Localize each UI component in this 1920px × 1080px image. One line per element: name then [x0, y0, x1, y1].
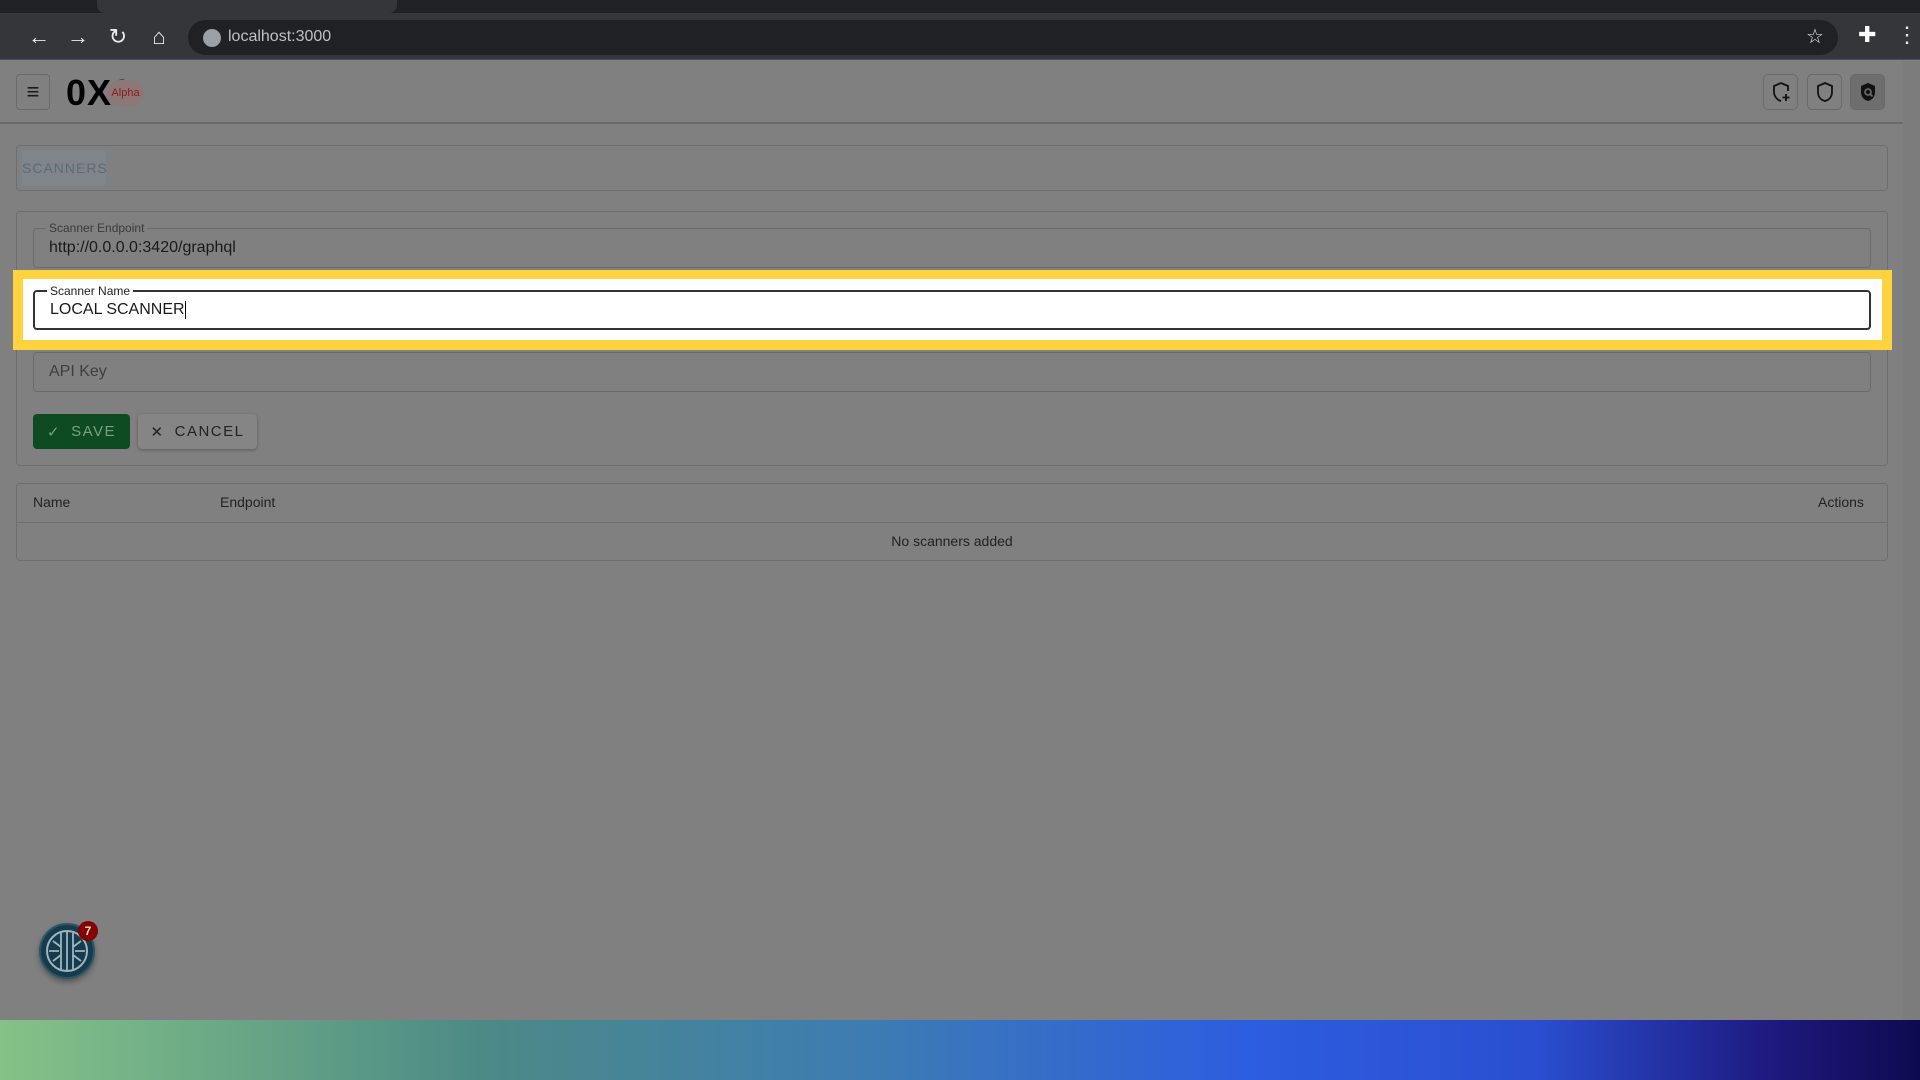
globe-icon[interactable] [203, 29, 221, 47]
field-placeholder: API Key [49, 363, 107, 380]
api-key-field[interactable]: API Key [33, 352, 1871, 392]
address-bar[interactable] [188, 20, 1838, 55]
cancel-label: CANCEL [174, 423, 245, 440]
url-text[interactable]: localhost:3000 [228, 28, 331, 46]
scanners-button[interactable] [1850, 74, 1885, 110]
extensions-icon[interactable]: ✚ [1858, 22, 1876, 48]
desktop-background [0, 1020, 1920, 1080]
scrollbar[interactable] [1903, 61, 1920, 1020]
scanner-name-field[interactable]: Scanner Name LOCAL SCANNER [33, 284, 1871, 330]
add-scan-button[interactable] [1763, 74, 1798, 110]
text-caret [184, 301, 186, 319]
field-value: LOCAL SCANNER [50, 301, 185, 319]
cancel-button[interactable]: ✕ CANCEL [138, 414, 257, 449]
check-icon: ✓ [47, 423, 62, 441]
forward-icon[interactable]: → [63, 24, 93, 50]
save-label: SAVE [71, 423, 116, 440]
hamburger-icon: ≡ [26, 79, 40, 104]
tab-scanners[interactable]: SCANNERS [22, 150, 107, 186]
field-value: http://0.0.0.0:3420/graphql [49, 239, 236, 256]
shield-plus-icon [1772, 82, 1789, 102]
shield-icon [1816, 82, 1833, 102]
scanner-endpoint-field[interactable]: Scanner Endpoint http://0.0.0.0:3420/gra… [33, 221, 1871, 268]
table-header [16, 483, 1888, 523]
star-icon[interactable]: ☆ [1806, 24, 1824, 49]
column-header-name: Name [33, 494, 71, 510]
empty-message: No scanners added [891, 533, 1013, 549]
shield-search-icon [1860, 83, 1875, 101]
column-header-actions: Actions [1818, 494, 1864, 510]
back-icon[interactable]: ← [24, 24, 54, 50]
more-icon[interactable]: ⋮ [1896, 22, 1918, 48]
app-header [0, 61, 1903, 124]
field-label: Scanner Name [47, 284, 134, 298]
alpha-badge: Alpha [107, 80, 144, 106]
column-header-endpoint: Endpoint [220, 494, 276, 510]
tabs-bar [16, 145, 1888, 191]
save-button[interactable]: ✓ SAVE [33, 414, 130, 449]
browser-tab[interactable] [97, 0, 397, 13]
home-icon[interactable]: ⌂ [144, 24, 174, 50]
menu-button[interactable]: ≡ [16, 74, 50, 110]
field-label: Scanner Endpoint [46, 221, 148, 235]
reload-icon[interactable]: ↻ [103, 24, 133, 50]
notification-badge: 7 [78, 921, 98, 941]
close-icon: ✕ [150, 423, 165, 441]
scans-button[interactable] [1807, 74, 1842, 110]
